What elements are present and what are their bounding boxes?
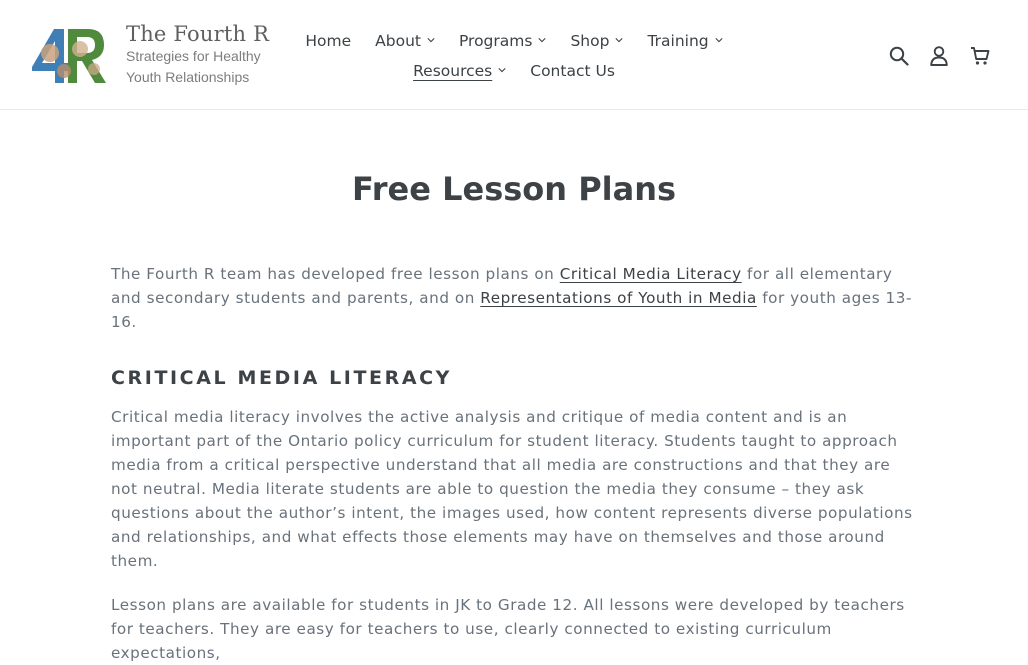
chevron-down-icon bbox=[538, 38, 547, 43]
search-icon bbox=[889, 46, 909, 66]
chevron-down-icon bbox=[715, 38, 723, 43]
nav-label: Home bbox=[305, 32, 352, 50]
nav-label: About bbox=[375, 32, 421, 50]
user-icon bbox=[930, 46, 948, 66]
nav-label: Shop bbox=[570, 32, 610, 50]
nav-item-contact-us[interactable]: Contact Us bbox=[518, 62, 627, 80]
critical-media-literacy-link[interactable]: Critical Media Literacy bbox=[560, 265, 742, 283]
nav-item-resources[interactable]: Resources bbox=[401, 62, 518, 80]
cart-icon bbox=[971, 47, 990, 65]
account-button[interactable] bbox=[925, 42, 953, 70]
nav-item-about[interactable]: About bbox=[363, 32, 447, 50]
search-button[interactable] bbox=[885, 42, 913, 70]
chevron-down-icon bbox=[427, 38, 435, 43]
site-header: The Fourth R Strategies for Healthy Yout… bbox=[0, 0, 1028, 110]
logo-subtitle-line2: Youth Relationships bbox=[126, 69, 250, 85]
nav-row-1: Home About Programs Shop Training bbox=[290, 26, 738, 56]
main-content: Free Lesson Plans The Fourth R team has … bbox=[111, 110, 917, 665]
logo-mark-icon bbox=[32, 29, 106, 83]
nav-row-2: Resources Contact Us bbox=[290, 56, 738, 86]
critical-media-paragraph: Critical media literacy involves the act… bbox=[111, 408, 913, 570]
lesson-plans-paragraph: Lesson plans are available for students … bbox=[111, 596, 905, 662]
chevron-down-icon bbox=[498, 68, 506, 73]
intro-text-1: The Fourth R team has developed free les… bbox=[111, 265, 560, 283]
nav-label: Contact Us bbox=[530, 62, 615, 80]
main-nav: Home About Programs Shop Training Resour… bbox=[290, 26, 738, 86]
page-title: Free Lesson Plans bbox=[351, 170, 677, 208]
nav-label: Training bbox=[647, 32, 709, 50]
logo-title: The Fourth R bbox=[126, 22, 270, 46]
representations-of-youth-link[interactable]: Representations of Youth in Media bbox=[480, 289, 757, 307]
nav-item-programs[interactable]: Programs bbox=[447, 32, 558, 50]
cart-button[interactable] bbox=[966, 42, 994, 70]
nav-item-training[interactable]: Training bbox=[635, 32, 734, 50]
nav-item-home[interactable]: Home bbox=[293, 32, 363, 50]
nav-item-shop[interactable]: Shop bbox=[558, 32, 635, 50]
nav-label: Resources bbox=[413, 62, 493, 80]
logo-subtitle-line1: Strategies for Healthy bbox=[126, 48, 261, 64]
section-heading: CRITICAL MEDIA LITERACY bbox=[111, 367, 453, 389]
site-logo[interactable]: The Fourth R Strategies for Healthy Yout… bbox=[28, 22, 272, 88]
nav-label: Programs bbox=[458, 32, 533, 50]
intro-paragraph: The Fourth R team has developed free les… bbox=[111, 262, 917, 334]
chevron-down-icon bbox=[615, 38, 624, 43]
